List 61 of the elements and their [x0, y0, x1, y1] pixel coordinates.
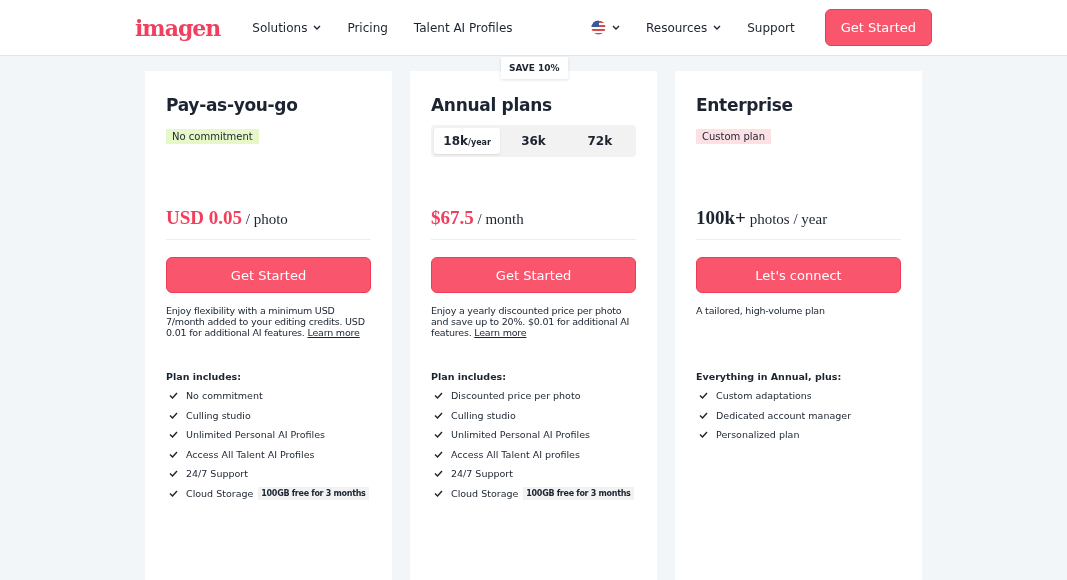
plan-name: Enterprise	[696, 95, 794, 115]
feature-text: 24/7 Support	[451, 468, 513, 480]
check-icon	[434, 450, 443, 458]
volume-option[interactable]: 72k	[566, 128, 633, 154]
check-icon	[169, 431, 178, 439]
feature-text: Discounted price per photo	[451, 390, 581, 402]
check-icon	[169, 392, 178, 400]
nav-link[interactable]: Pricing	[347, 20, 388, 35]
feature-text: 24/7 Support	[186, 468, 248, 480]
feature-text: No commitment	[186, 390, 263, 402]
feature-text: Custom adaptations	[716, 390, 812, 402]
volume-option[interactable]: 36k	[500, 128, 567, 154]
feature-text: Dedicated account manager	[716, 409, 852, 421]
discount-badge: SAVE 10%	[501, 57, 568, 79]
plan-price: $67.5 / month	[431, 207, 636, 240]
feature-text: Access All Talent AI Profiles	[186, 448, 315, 460]
plan-name: Pay-as-you-go	[166, 95, 299, 115]
feature-text: Culling studio	[451, 409, 516, 421]
check-icon	[434, 411, 443, 419]
features-heading: Plan includes:	[431, 371, 508, 382]
plan-description: Enjoy flexibility with a minimum USD 7/month added to your editing credits. USD 0.01 for additional AI features. Learn more	[166, 305, 366, 340]
check-icon	[169, 470, 178, 478]
check-icon	[699, 431, 708, 439]
plan-tag: No commitment	[166, 129, 259, 144]
features-heading: Plan includes:	[166, 371, 243, 382]
feature-text: Personalized plan	[716, 429, 800, 441]
feature-text: Cloud Storage	[451, 487, 519, 499]
nav-link[interactable]: Solutions	[252, 20, 322, 35]
check-icon	[169, 450, 178, 458]
nav-link[interactable]: Talent AI Profiles	[413, 20, 513, 35]
feature-text: Unlimited Personal AI Profiles	[186, 429, 325, 441]
plan-price: 100k+ photos / year	[696, 207, 901, 240]
check-icon	[169, 489, 178, 497]
plan-name: Annual plans	[431, 95, 553, 115]
feature-text: Unlimited Personal AI Profiles	[451, 429, 590, 441]
check-icon	[169, 411, 178, 419]
check-icon	[434, 489, 443, 497]
nav-link[interactable]: Support	[747, 20, 795, 35]
plan-description: A tailored, high-volume plan	[696, 305, 826, 318]
language-selector[interactable]	[590, 20, 620, 35]
plan-description: Enjoy a yearly discounted price per photo and save up to 20%. $0.01 for additional AI features. Learn more	[431, 305, 631, 340]
feature-text: Access All Talent AI profiles	[451, 448, 580, 460]
check-icon	[699, 411, 708, 419]
check-icon	[434, 431, 443, 439]
feature-note: 100GB free for 3 months	[523, 486, 634, 500]
learn-more-link[interactable]: Learn more	[474, 327, 527, 338]
features-heading: Everything in Annual, plus:	[696, 371, 843, 382]
feature-text: Culling studio	[186, 409, 251, 421]
feature-note: 100GB free for 3 months	[258, 486, 369, 500]
nav-link[interactable]: Resources	[645, 20, 722, 35]
flag-icon	[590, 20, 606, 35]
feature-text: Cloud Storage	[186, 487, 254, 499]
logo[interactable]: imagen	[135, 14, 221, 41]
check-icon	[434, 470, 443, 478]
check-icon	[434, 392, 443, 400]
learn-more-link[interactable]: Learn more	[307, 327, 360, 338]
volume-option[interactable]: 18k/year	[434, 128, 501, 154]
plan-tag: Custom plan	[696, 129, 772, 144]
plan-price: USD 0.05 / photo	[166, 207, 371, 240]
caret-icon	[611, 25, 620, 30]
check-icon	[699, 392, 708, 400]
